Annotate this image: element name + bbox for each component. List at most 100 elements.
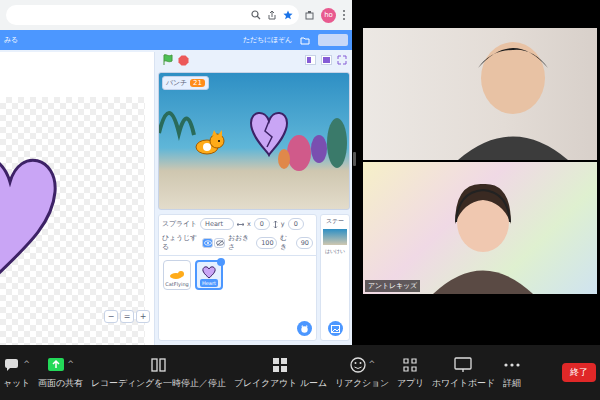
monitor-label: パンチ xyxy=(166,78,187,88)
x-field[interactable]: 0 xyxy=(254,218,270,230)
whiteboard-icon xyxy=(454,356,472,374)
options-caret[interactable]: ^ xyxy=(67,360,74,369)
toolbar-button[interactable]: ^ 画面の共有 xyxy=(35,356,86,390)
toolbar-icon-row xyxy=(271,356,289,374)
green-flag-icon[interactable] xyxy=(161,54,173,66)
save-now-button[interactable]: ただちにほぞん xyxy=(243,35,292,45)
toolbar-button[interactable]: ブレイクアウト ルーム xyxy=(231,356,330,390)
zoom-button[interactable]: = xyxy=(120,310,134,323)
scratch-menu-bar: みる ただちにほぞん xyxy=(0,30,352,50)
small-stage-icon[interactable] xyxy=(305,55,316,65)
zoom-icon[interactable] xyxy=(251,10,261,20)
participant-video xyxy=(363,28,597,160)
variable-monitor: パンチ21 xyxy=(162,76,209,90)
toolbar-label: 画面の共有 xyxy=(38,377,83,390)
stage-column: パンチ21スプライトHeartx0y0ひょうじするおおきさ100むき90CatF… xyxy=(158,52,350,345)
video-gallery: アントレキッズ xyxy=(352,0,600,345)
toolbar-label: リアクション xyxy=(335,377,389,390)
sprite-list: CatFlying Heart xyxy=(159,256,316,294)
sprite-thumbnail[interactable]: CatFlying xyxy=(163,260,191,290)
extensions-icon[interactable] xyxy=(305,10,315,20)
sprite-properties: スプライトHeartx0y0ひょうじするおおきさ100むき90 xyxy=(159,215,316,256)
cat-face-icon xyxy=(300,325,309,333)
toolbar-button[interactable]: アプリ xyxy=(394,356,427,390)
toolbar-button[interactable]: レコーディングを一時停止／停止 xyxy=(88,356,229,390)
toolbar-label: 詳細 xyxy=(503,377,521,390)
menu-icon[interactable] xyxy=(342,9,346,21)
toolbar-icon-row xyxy=(401,356,419,374)
chat-icon xyxy=(3,356,21,374)
toolbar-label: ホワイトボード xyxy=(432,377,495,390)
toolbar-icon-row: ^ xyxy=(349,356,376,374)
add-backdrop-button[interactable] xyxy=(328,321,343,336)
split-handle[interactable] xyxy=(353,152,356,166)
sprite-name: Heart xyxy=(200,279,218,287)
heart-icon xyxy=(202,266,216,279)
property-row: ひょうじするおおきさ100むき90 xyxy=(162,234,313,252)
breakout-icon xyxy=(271,356,289,374)
menu-item[interactable]: みる xyxy=(4,35,18,45)
main-area: hoみるただちにほぞん−=+パンチ21スプライトHeartx0y0ひょうじするお… xyxy=(0,0,600,345)
stage-panel: ステーはいけい xyxy=(320,214,350,341)
sprite-thumbnail[interactable]: Heart xyxy=(195,260,223,290)
stop-icon[interactable] xyxy=(178,55,189,66)
image-icon xyxy=(331,325,340,333)
address-bar[interactable] xyxy=(6,5,299,25)
backdrop-thumbnail[interactable] xyxy=(323,229,347,245)
x-arrow-icon xyxy=(237,222,244,227)
y-label: y xyxy=(281,220,285,228)
zoom-toolbar: ^ ャット ^ 画面の共有レコーディングを一時停止／停止ブレイクアウト ルーム ^ リアク… xyxy=(0,345,600,400)
stage-label: ステー xyxy=(326,217,344,226)
account-thumbnail[interactable] xyxy=(318,34,348,46)
paint-editor: −=+ xyxy=(0,52,155,345)
sprite-label: スプライト xyxy=(162,220,197,229)
apps-icon xyxy=(401,356,419,374)
sprite-name-field[interactable]: Heart xyxy=(200,218,234,230)
profile-avatar[interactable]: ho xyxy=(321,8,336,23)
hide-button[interactable] xyxy=(214,238,225,248)
toolbar-button[interactable]: ホワイトボード xyxy=(429,356,498,390)
toolbar-icon-row xyxy=(150,356,168,374)
person-icon xyxy=(363,28,597,160)
options-caret[interactable]: ^ xyxy=(23,360,30,369)
toolbar-icon-row: ^ xyxy=(47,356,74,374)
backdrop-label: はいけい xyxy=(325,248,345,254)
show-button[interactable] xyxy=(202,238,213,248)
end-button[interactable]: 終了 xyxy=(562,363,596,382)
star-icon[interactable] xyxy=(283,10,293,20)
delete-sprite-button[interactable] xyxy=(217,258,225,266)
direction-label: むき xyxy=(280,234,292,252)
folder-icon[interactable] xyxy=(300,36,310,45)
self-video: アントレキッズ xyxy=(363,162,597,294)
more-icon xyxy=(503,356,521,374)
underwater-scene-icon xyxy=(159,73,349,210)
toolbar-icon-row xyxy=(454,356,472,374)
zoom-button[interactable]: − xyxy=(104,310,118,323)
person-icon xyxy=(363,162,597,294)
toolbar-button[interactable]: 詳細 xyxy=(500,356,524,390)
heart-costume-icon xyxy=(0,147,60,287)
sprite-name: CatFlying xyxy=(163,280,190,288)
property-row: スプライトHeartx0y0 xyxy=(162,218,313,230)
zoom-controls: −=+ xyxy=(104,310,150,323)
stage-canvas[interactable]: パンチ21 xyxy=(158,72,350,210)
large-stage-icon[interactable] xyxy=(321,55,332,65)
add-sprite-button[interactable] xyxy=(297,321,312,336)
toolbar-button[interactable]: ^ ャット xyxy=(0,356,33,390)
direction-field[interactable]: 90 xyxy=(296,237,313,249)
stage-header xyxy=(158,52,350,68)
size-field[interactable]: 100 xyxy=(256,237,277,249)
monitor-value: 21 xyxy=(190,79,205,87)
options-caret[interactable]: ^ xyxy=(369,360,376,369)
show-label: ひょうじする xyxy=(162,234,199,252)
sprite-pane: スプライトHeartx0y0ひょうじするおおきさ100むき90CatFlying… xyxy=(158,214,350,345)
eye-off-icon xyxy=(216,240,224,246)
y-field[interactable]: 0 xyxy=(288,218,304,230)
zoom-button[interactable]: + xyxy=(136,310,150,323)
toolbar-button[interactable]: ^ リアクション xyxy=(332,356,392,390)
share-icon[interactable] xyxy=(267,10,277,20)
toolbar-icon-row: ^ xyxy=(3,356,30,374)
fullscreen-icon[interactable] xyxy=(337,55,347,65)
participant-name: アントレキッズ xyxy=(365,280,420,292)
toolbar-label: ャット xyxy=(3,377,30,390)
